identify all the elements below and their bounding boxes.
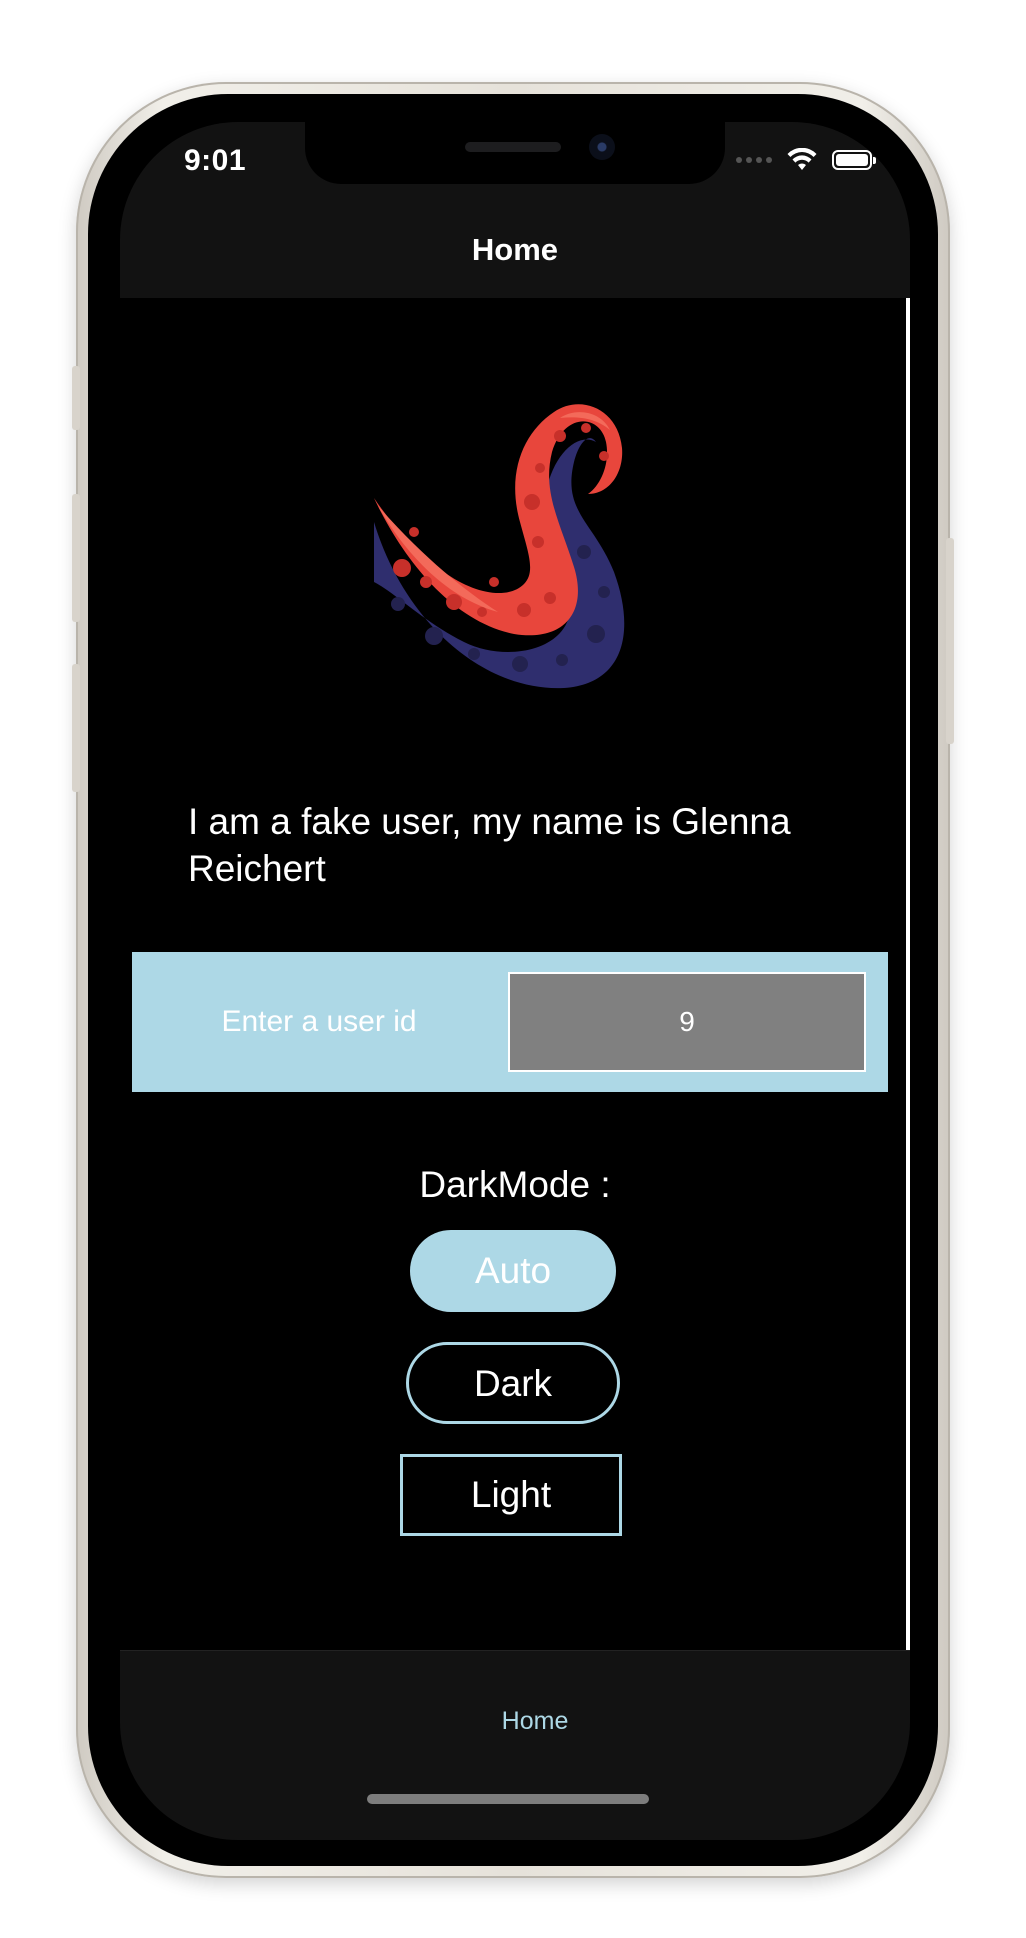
page-title: Home	[471, 232, 559, 267]
user-id-label: Enter a user id	[221, 1005, 417, 1038]
battery-icon	[832, 150, 876, 170]
tentacle-logo-icon	[374, 404, 625, 689]
power-button	[946, 538, 954, 744]
home-indicator[interactable]	[367, 1794, 649, 1804]
volume-down-button	[72, 664, 80, 792]
tab-home[interactable]: Home	[120, 1707, 910, 1736]
navigation-header: 9:01 Home	[120, 122, 910, 298]
status-indicators	[736, 148, 876, 172]
wifi-icon	[787, 148, 817, 170]
darkmode-light-button[interactable]: Light	[400, 1454, 622, 1536]
tab-bar: Home	[120, 1650, 910, 1840]
user-id-input[interactable]	[508, 972, 866, 1072]
app-screen: 9:01 Home I am a fake user, my name is G…	[120, 122, 910, 1840]
status-time: 9:01	[184, 144, 247, 177]
user-id-panel: Enter a user id	[132, 952, 888, 1092]
mute-switch	[72, 366, 80, 430]
camera-icon	[589, 134, 615, 160]
intro-text: I am a fake user, my name is Glenna Reic…	[188, 801, 791, 889]
darkmode-label: DarkMode :	[419, 1164, 611, 1205]
speaker-grille	[465, 142, 561, 152]
cellular-signal-icon	[736, 157, 772, 163]
volume-up-button	[72, 494, 80, 622]
device-notch	[305, 122, 725, 184]
content-edge-line	[906, 298, 910, 1650]
darkmode-dark-button[interactable]: Dark	[406, 1342, 620, 1424]
darkmode-auto-button[interactable]: Auto	[410, 1230, 616, 1312]
